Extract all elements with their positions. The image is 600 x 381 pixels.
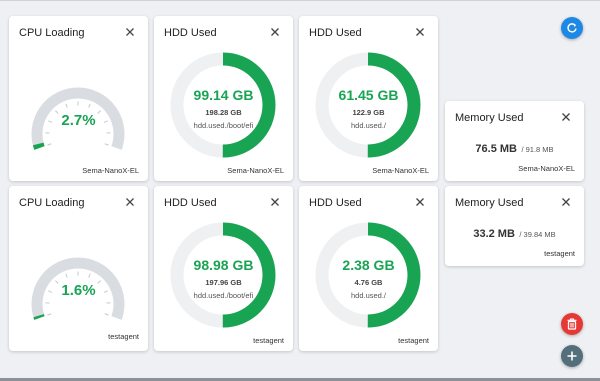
gauge-tick xyxy=(104,143,109,146)
memory-used-value: 76.5 MB xyxy=(475,143,517,155)
gauge-tick xyxy=(47,313,52,316)
agent-name: Sema-NanoX-EL xyxy=(227,166,284,175)
gauge-tick xyxy=(65,273,68,278)
hdd-card: HDD Used 98.98 GB 197.96 GB hdd.used./bo… xyxy=(154,186,293,351)
cpu-value: 2.7% xyxy=(61,112,96,129)
cpu-gauge xyxy=(9,16,148,181)
hdd-card: HDD Used 99.14 GB 198.28 GB hdd.used./bo… xyxy=(154,16,293,181)
agent-name: testagent xyxy=(108,332,139,341)
memory-usage: 76.5 MB / 91.8 MB xyxy=(445,139,584,157)
hdd-total: 4.76 GB xyxy=(354,278,383,287)
hdd-used-value: 2.38 GB xyxy=(342,257,395,273)
cpu-value: 1.6% xyxy=(61,282,96,299)
add-button[interactable] xyxy=(561,345,583,367)
agent-name: Sema-NanoX-EL xyxy=(518,164,575,173)
hdd-path: hdd.used./ xyxy=(350,291,387,300)
hdd-path: hdd.used./boot/efi xyxy=(193,291,254,300)
gauge-tick xyxy=(47,143,52,146)
cpu-card: CPU Loading 1.6% testagent xyxy=(9,186,148,351)
hdd-card: HDD Used 2.38 GB 4.76 GB hdd.used./ test… xyxy=(299,186,438,351)
hdd-path: hdd.used./boot/efi xyxy=(193,121,254,130)
hdd-used-value: 61.45 GB xyxy=(338,87,399,103)
memory-total: / 91.8 MB xyxy=(521,145,554,154)
gauge-tick xyxy=(65,103,68,108)
cpu-gauge xyxy=(9,186,148,351)
agent-name: testagent xyxy=(253,336,284,345)
hdd-used-value: 99.14 GB xyxy=(193,87,254,103)
memory-card: Memory Used 33.2 MB / 39.84 MB testagent xyxy=(445,186,584,266)
card-title: Memory Used xyxy=(455,112,524,124)
plus-icon xyxy=(567,351,577,361)
close-icon[interactable] xyxy=(558,109,574,125)
refresh-icon xyxy=(567,23,577,33)
hdd-total: 122.9 GB xyxy=(352,108,385,117)
hdd-total: 197.96 GB xyxy=(205,278,242,287)
gauge-fill xyxy=(32,142,45,150)
agent-name: testagent xyxy=(544,249,575,258)
cpu-card: CPU Loading 2.7% Sema-NanoX-EL xyxy=(9,16,148,181)
gauge-fill xyxy=(33,314,45,320)
agent-name: Sema-NanoX-EL xyxy=(82,166,139,175)
memory-total: / 39.84 MB xyxy=(519,230,556,239)
hdd-path: hdd.used./ xyxy=(350,121,387,130)
close-icon[interactable] xyxy=(558,194,574,210)
hdd-used-value: 98.98 GB xyxy=(193,257,254,273)
gauge-tick xyxy=(88,273,91,278)
trash-icon xyxy=(567,318,577,330)
memory-card: Memory Used 76.5 MB / 91.8 MB Sema-NanoX… xyxy=(445,101,584,181)
window-top-border xyxy=(0,0,600,1)
card-title: Memory Used xyxy=(455,197,524,209)
hdd-total: 198.28 GB xyxy=(205,108,242,117)
memory-usage: 33.2 MB / 39.84 MB xyxy=(445,224,584,242)
delete-button[interactable] xyxy=(561,313,583,335)
gauge-tick xyxy=(104,313,109,316)
agent-name: testagent xyxy=(398,336,429,345)
gauge-tick xyxy=(88,103,91,108)
hdd-card: HDD Used 61.45 GB 122.9 GB hdd.used./ Se… xyxy=(299,16,438,181)
agent-name: Sema-NanoX-EL xyxy=(372,166,429,175)
refresh-button[interactable] xyxy=(561,17,583,39)
memory-used-value: 33.2 MB xyxy=(473,228,515,240)
